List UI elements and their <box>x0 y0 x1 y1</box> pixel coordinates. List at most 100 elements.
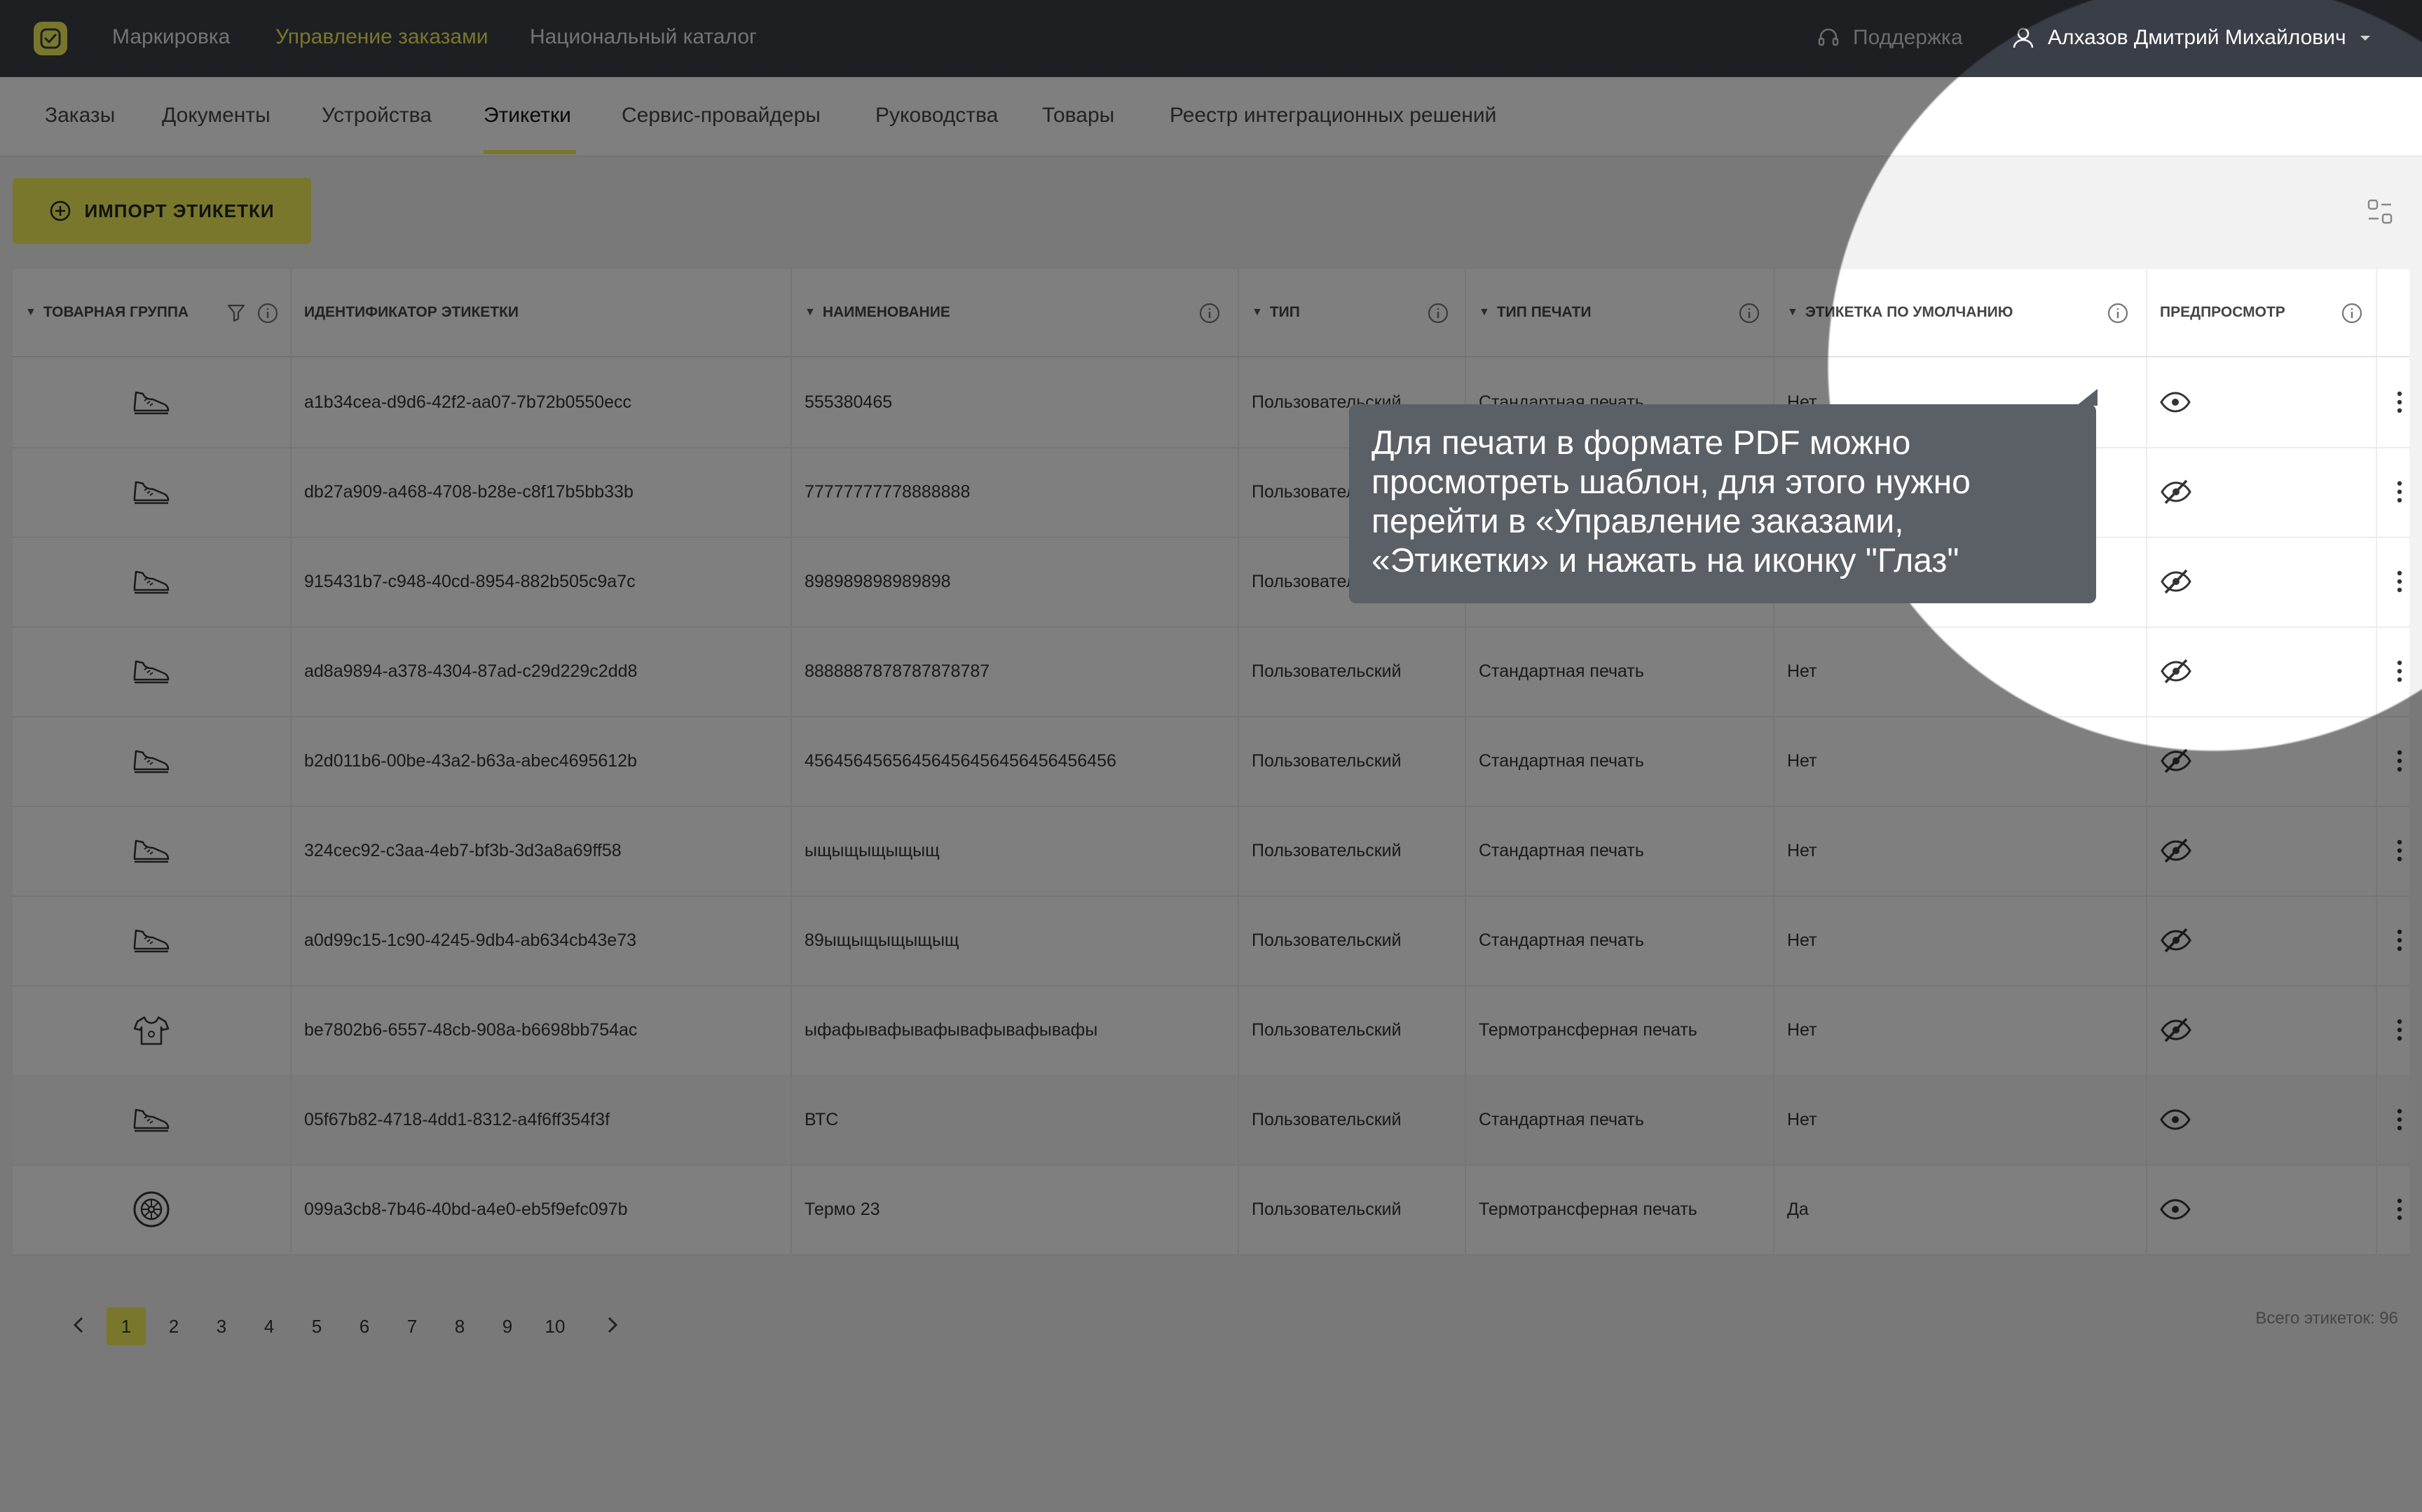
table-row[interactable]: a0d99c15-1c90-4245-9db4-ab634cb43e73 89ыщ… <box>13 895 2409 987</box>
cell-label-id: db27a909-a468-4708-b28e-c8f17b5bb33b <box>292 447 792 537</box>
row-menu-button[interactable] <box>2377 716 2422 806</box>
kebab-icon <box>2396 390 2403 414</box>
header-label-id[interactable]: Идентификатор этикетки <box>292 269 792 357</box>
user-menu[interactable]: Алхазов Дмитрий Михайлович <box>2011 24 2372 52</box>
cell-preview <box>2147 1075 2377 1164</box>
info-icon[interactable] <box>1198 302 1221 324</box>
eye-off-icon[interactable] <box>2160 926 2192 954</box>
sort-arrow-icon: ▼ <box>1252 306 1263 318</box>
page-2[interactable]: 2 <box>154 1307 193 1345</box>
total-labels-count: Всего этикеток: 96 <box>2255 1309 2398 1328</box>
kebab-icon <box>2396 1018 2403 1042</box>
row-menu-button[interactable] <box>2377 806 2422 895</box>
tab-documents[interactable]: Документы <box>162 104 271 128</box>
tooltip-line: просмотреть шаблон, для этого нужно <box>1371 464 1971 501</box>
table-row[interactable]: 05f67b82-4718-4dd1-8312-a4f6ff354f3f ВТС П… <box>13 1075 2409 1166</box>
support-link[interactable]: Поддержка <box>1817 24 1963 52</box>
cell-label-id: 915431b7-c948-40cd-8954-882b505c9a7c <box>292 537 792 626</box>
eye-off-icon[interactable] <box>2160 1016 2192 1044</box>
row-menu-button[interactable] <box>2377 1075 2422 1164</box>
column-settings-icon[interactable] <box>2366 198 2394 226</box>
page-4[interactable]: 4 <box>249 1307 289 1345</box>
page-1[interactable]: 1 <box>107 1307 146 1345</box>
page-7[interactable]: 7 <box>392 1307 432 1345</box>
eye-icon[interactable] <box>2160 1109 2191 1130</box>
info-icon[interactable] <box>1427 302 1449 324</box>
tab-orders[interactable]: Заказы <box>45 104 115 128</box>
header-print-type[interactable]: ▼ Тип печати <box>1466 269 1774 357</box>
eye-off-icon[interactable] <box>2160 657 2192 685</box>
page-9[interactable]: 9 <box>488 1307 527 1345</box>
row-menu-button[interactable] <box>2377 537 2422 626</box>
page-10[interactable]: 10 <box>535 1307 575 1345</box>
header-preview[interactable]: Предпросмотр <box>2147 269 2377 357</box>
header-product-group[interactable]: ▼ Товарная группа <box>13 269 292 357</box>
tooltip-line: «Этикетки» и нажать на иконку "Глаз" <box>1371 542 1959 579</box>
tab-devices[interactable]: Устройства <box>322 104 432 128</box>
eye-off-icon[interactable] <box>2160 568 2192 596</box>
cell-default-label: Нет <box>1774 985 2147 1075</box>
header-label: Наименование <box>822 304 950 320</box>
info-icon[interactable] <box>2107 302 2129 324</box>
table-row[interactable]: 324cec92-c3aa-4eb7-bf3b-3d3a8a69ff58 ыщыщ… <box>13 806 2409 897</box>
table-row[interactable]: be7802b6-6557-48cb-908a-b6698bb754ac ыфаф… <box>13 985 2409 1076</box>
nav-item-marking[interactable]: Маркировка <box>112 25 230 49</box>
row-menu-button[interactable] <box>2377 985 2422 1075</box>
page-6[interactable]: 6 <box>345 1307 384 1345</box>
tooltip-line: Для печати в формате PDF можно <box>1371 425 1911 462</box>
tire-icon <box>132 1190 171 1229</box>
eye-off-icon[interactable] <box>2160 747 2192 775</box>
row-menu-button[interactable] <box>2377 1164 2422 1254</box>
header-default-label[interactable]: ▼ Этикетка по умолчанию <box>1774 269 2147 357</box>
page-8[interactable]: 8 <box>440 1307 479 1345</box>
tab-integration-registry[interactable]: Реестр интеграционных решений <box>1170 104 1496 128</box>
table-row[interactable]: 099a3cb8-7b46-40bd-a4e0-eb5f9efc097b Терм… <box>13 1164 2409 1256</box>
cell-product-group <box>13 985 292 1075</box>
shoe-icon <box>132 387 171 418</box>
logo-icon[interactable] <box>34 22 67 55</box>
tab-labels[interactable]: Этикетки <box>484 104 571 128</box>
page-5[interactable]: 5 <box>297 1307 336 1345</box>
cell-name: ВТС <box>792 1075 1239 1164</box>
cell-name: 89ыщыщыщыщыщ <box>792 895 1239 985</box>
nav-item-national-catalog[interactable]: Национальный каталог <box>530 25 757 49</box>
cell-type: Пользовательский <box>1239 1075 1466 1164</box>
eye-icon[interactable] <box>2160 392 2191 413</box>
cell-label-id: b2d011b6-00be-43a2-b63a-abec4695612b <box>292 716 792 806</box>
tab-products[interactable]: Товары <box>1042 104 1114 128</box>
table-row[interactable]: ad8a9894-a378-4304-87ad-c29d229c2dd8 8888… <box>13 626 2409 717</box>
filter-icon[interactable] <box>226 302 247 323</box>
row-menu-button[interactable] <box>2377 626 2422 716</box>
cell-type: Пользовательский <box>1239 716 1466 806</box>
row-menu-button[interactable] <box>2377 895 2422 985</box>
cell-preview <box>2147 447 2377 537</box>
nav-item-order-management[interactable]: Управление заказами <box>275 25 488 49</box>
eye-off-icon[interactable] <box>2160 837 2192 865</box>
tab-guides[interactable]: Руководства <box>875 104 998 128</box>
cell-preview <box>2147 895 2377 985</box>
row-menu-button[interactable] <box>2377 357 2422 447</box>
info-icon[interactable] <box>1738 302 1760 324</box>
import-label-button[interactable]: ИМПОРТ ЭТИКЕТКИ <box>13 178 311 244</box>
cell-preview <box>2147 357 2377 447</box>
page-3[interactable]: 3 <box>202 1307 241 1345</box>
cell-type: Пользовательский <box>1239 806 1466 895</box>
chevron-right-icon[interactable] <box>600 1306 624 1344</box>
tab-service-providers[interactable]: Сервис-провайдеры <box>622 104 821 128</box>
header-actions <box>2377 269 2409 357</box>
info-icon[interactable] <box>256 302 279 324</box>
shirt-icon <box>132 1013 171 1047</box>
info-icon[interactable] <box>2341 302 2363 324</box>
chevron-left-icon[interactable] <box>67 1306 91 1344</box>
cell-default-label: Да <box>1774 1164 2147 1254</box>
shoe-icon <box>132 476 171 507</box>
cell-product-group <box>13 806 292 895</box>
header-label: Тип печати <box>1496 304 1592 320</box>
eye-icon[interactable] <box>2160 1199 2191 1220</box>
table-row[interactable]: b2d011b6-00be-43a2-b63a-abec4695612b 4564… <box>13 716 2409 807</box>
header-type[interactable]: ▼ Тип <box>1239 269 1466 357</box>
cell-product-group <box>13 447 292 537</box>
row-menu-button[interactable] <box>2377 447 2422 537</box>
eye-off-icon[interactable] <box>2160 478 2192 506</box>
header-name[interactable]: ▼ Наименование <box>792 269 1239 357</box>
